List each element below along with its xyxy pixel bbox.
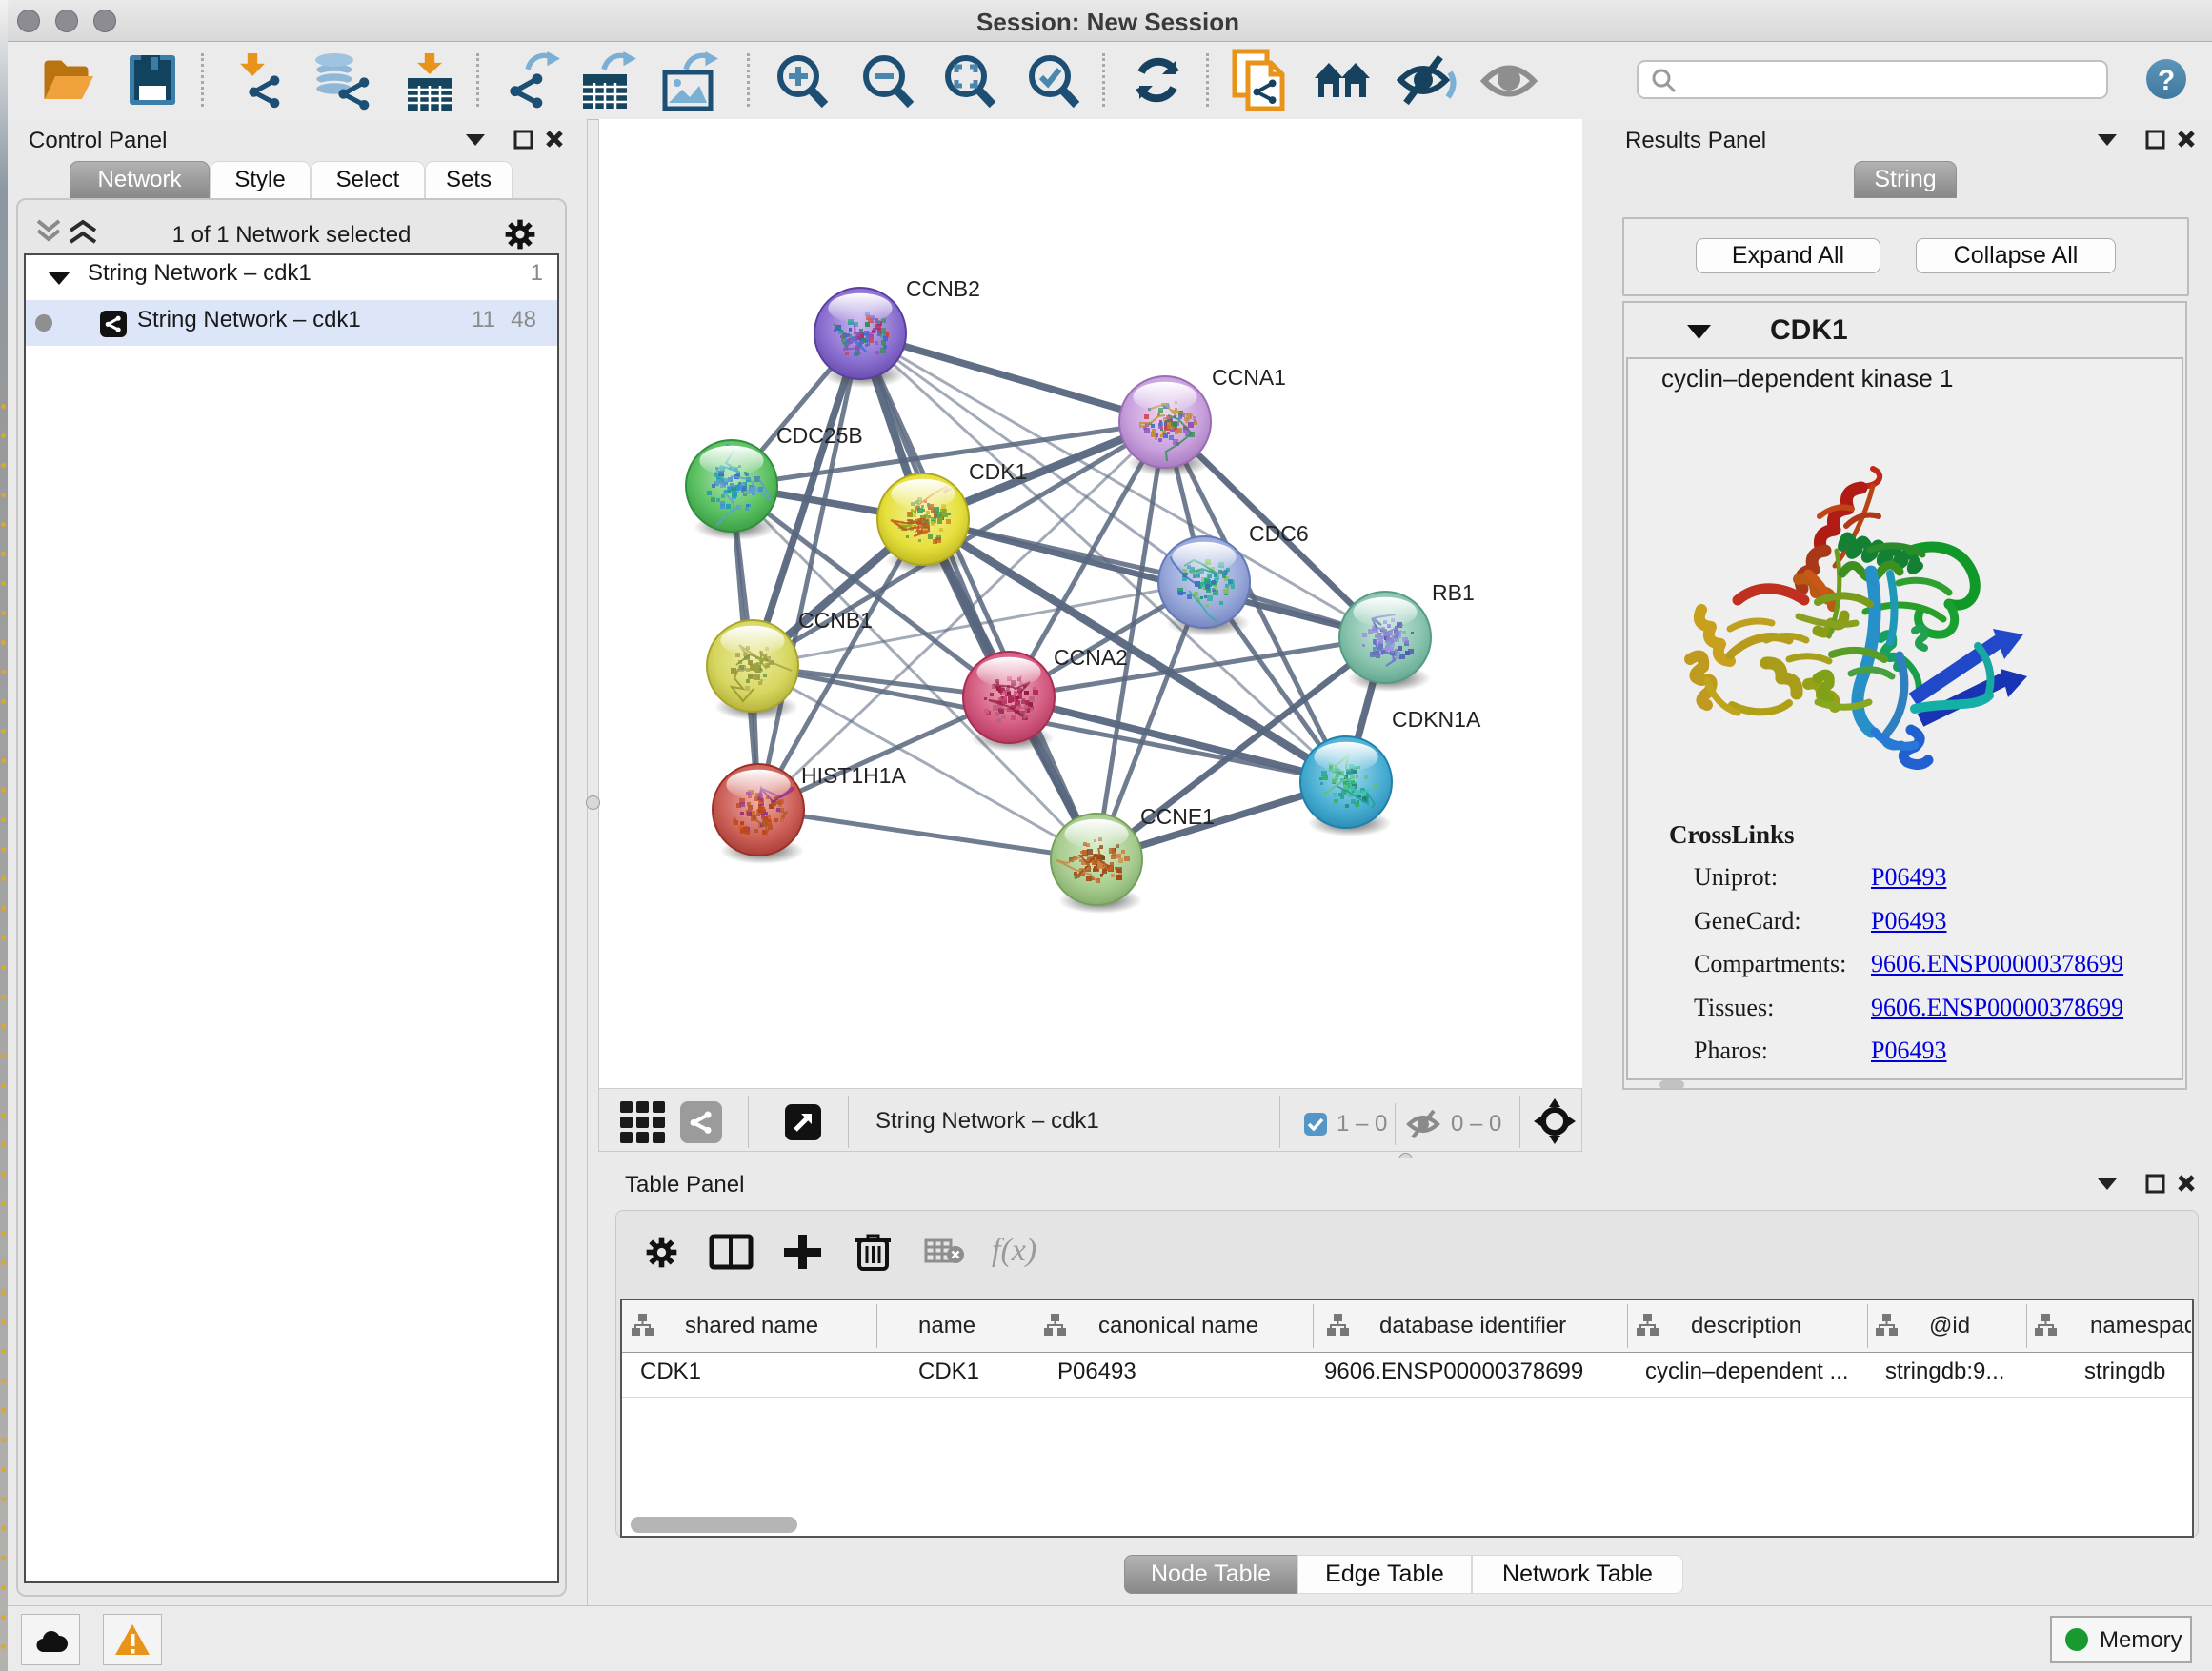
svg-text:CCNE1: CCNE1 xyxy=(1140,804,1215,829)
svg-text:CDK1: CDK1 xyxy=(969,459,1027,484)
svg-text:RB1: RB1 xyxy=(1432,580,1475,605)
svg-text:CDC25B: CDC25B xyxy=(776,423,863,448)
svg-text:CDKN1A: CDKN1A xyxy=(1392,707,1481,732)
svg-text:CCNA1: CCNA1 xyxy=(1212,365,1286,390)
svg-text:CCNB1: CCNB1 xyxy=(798,608,873,633)
svg-text:CCNB2: CCNB2 xyxy=(906,276,980,301)
svg-text:HIST1H1A: HIST1H1A xyxy=(801,763,907,788)
svg-text:CDC6: CDC6 xyxy=(1249,521,1309,546)
svg-text:CCNA2: CCNA2 xyxy=(1054,645,1128,670)
